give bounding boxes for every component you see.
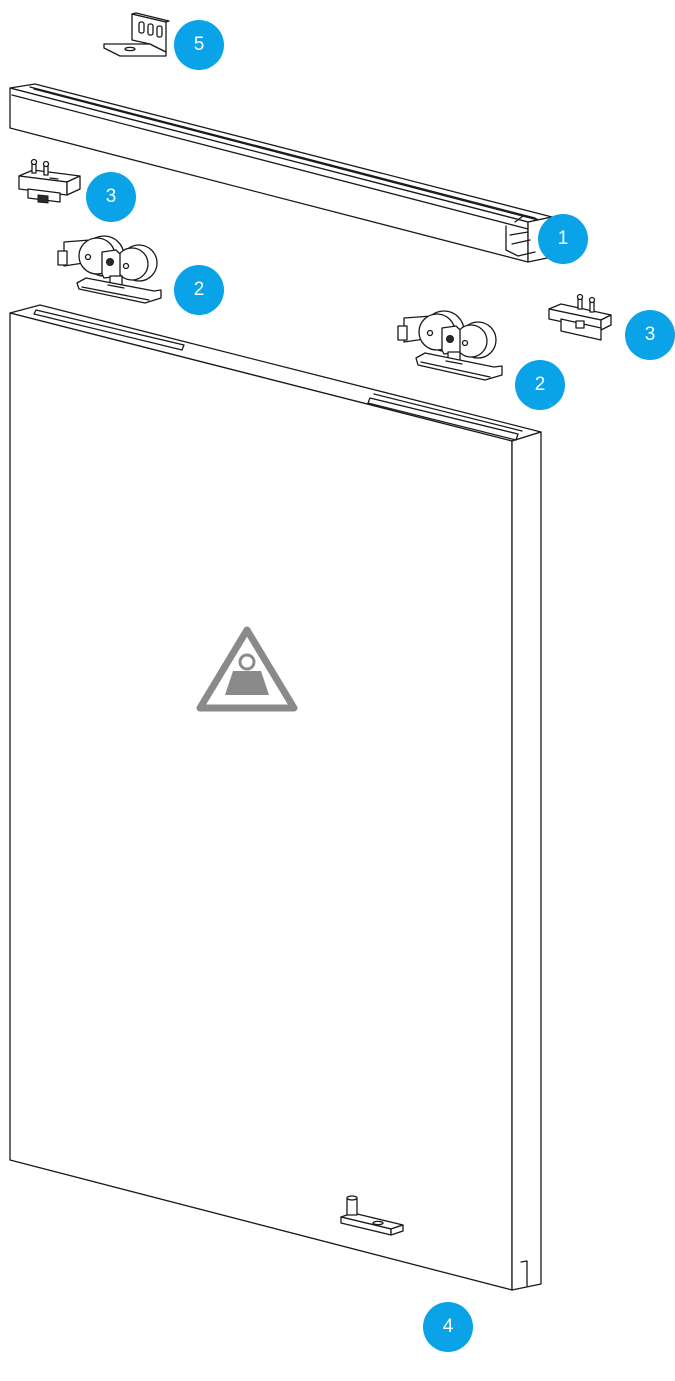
callout-floor-guide: 4 — [423, 1302, 473, 1352]
callout-bracket-top: 5 — [174, 20, 224, 70]
door-panel — [9, 304, 542, 1291]
callout-carriage-right: 2 — [515, 360, 565, 410]
carriage-right — [397, 310, 503, 381]
callout-rail: 1 — [538, 214, 588, 264]
top-rail — [9, 83, 553, 263]
callout-stopper-right: 3 — [625, 310, 675, 360]
callout-stopper-left: 3 — [86, 172, 136, 222]
stopper-left — [18, 158, 81, 204]
callout-carriage-left: 2 — [174, 265, 224, 315]
wall-bracket — [103, 12, 170, 57]
stopper-right — [548, 293, 612, 341]
carriage-left — [57, 235, 162, 304]
